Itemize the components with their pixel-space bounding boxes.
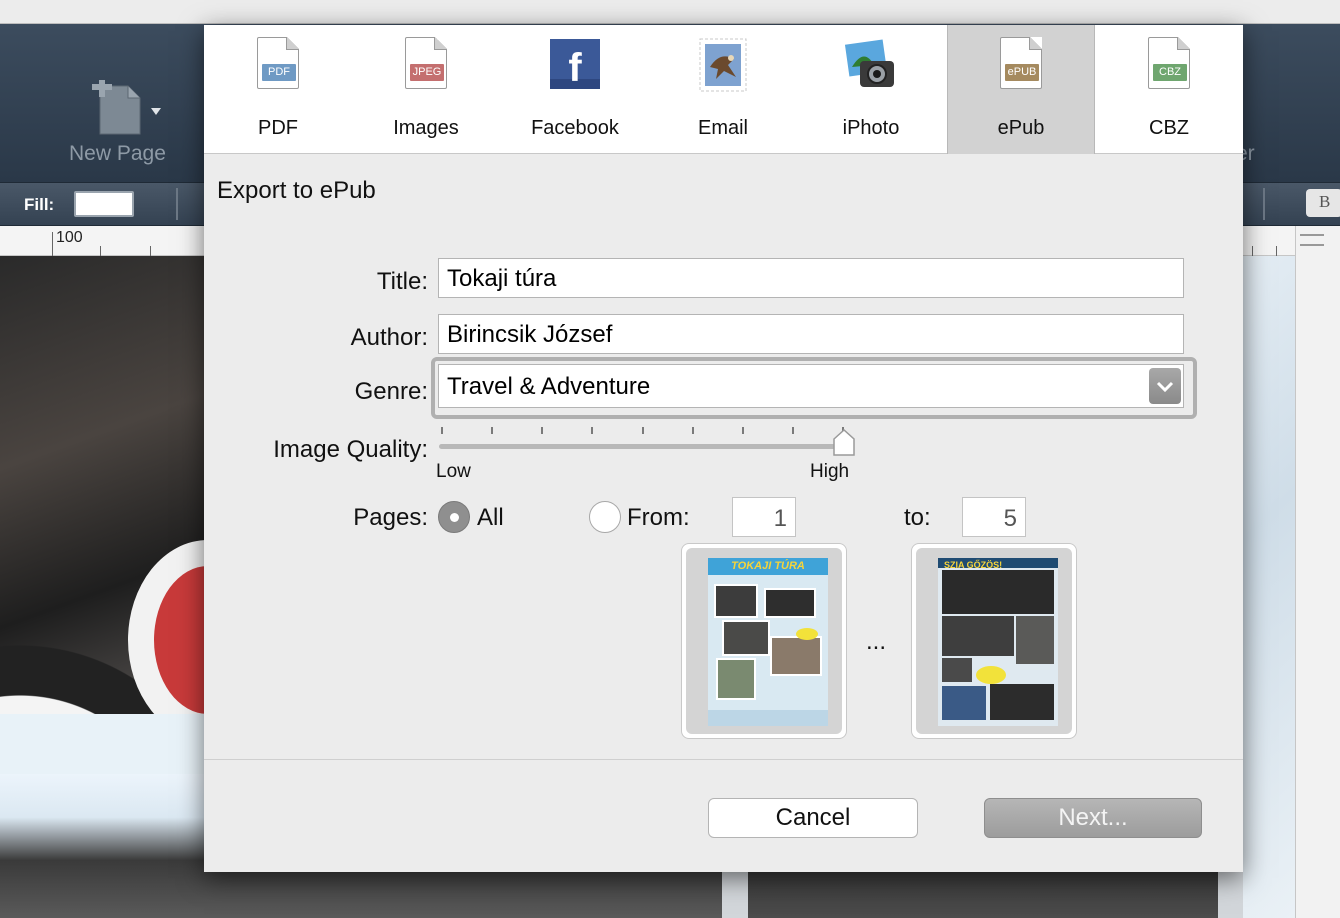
vertical-scrollbar[interactable] <box>1295 226 1340 918</box>
fill-color-well[interactable] <box>74 191 134 217</box>
ruler-marker: 100 <box>56 229 83 246</box>
app-title-bar <box>0 0 1340 24</box>
dialog-divider <box>204 759 1243 760</box>
map-background <box>1243 256 1295 918</box>
image-quality-label: Image Quality: <box>273 436 428 463</box>
tab-iphoto[interactable]: iPhoto <box>797 25 945 154</box>
format-separator <box>176 188 178 220</box>
tab-label: CBZ <box>1149 117 1189 139</box>
genre-label: Genre: <box>354 378 428 405</box>
new-page-label[interactable]: New Page <box>69 142 166 166</box>
iphoto-icon <box>842 37 898 93</box>
pages-from-label[interactable]: From: <box>627 504 690 532</box>
slider-tick <box>591 427 594 434</box>
cancel-button[interactable]: Cancel <box>708 798 918 838</box>
tab-email[interactable]: Email <box>649 25 797 154</box>
ruler-tick <box>100 246 101 256</box>
epub-badge: ePUB <box>1005 64 1039 81</box>
tab-images[interactable]: JPEG Images <box>352 25 500 154</box>
title-field[interactable]: Tokaji túra <box>438 258 1184 298</box>
ruler-tick <box>1276 246 1277 256</box>
pages-all-radio[interactable] <box>438 501 470 533</box>
tab-label: iPhoto <box>842 117 900 139</box>
tab-cbz[interactable]: CBZ CBZ <box>1095 25 1243 154</box>
tab-pdf[interactable]: PDF PDF <box>204 25 352 154</box>
ruler-tick <box>52 232 53 256</box>
chevron-down-icon[interactable] <box>1149 368 1181 404</box>
tab-label: Images <box>393 117 459 139</box>
jpeg-icon: JPEG <box>399 37 453 93</box>
pages-all-label[interactable]: All <box>477 504 504 532</box>
slider-tick <box>791 427 794 434</box>
slider-tick <box>691 427 694 434</box>
tab-label: Facebook <box>531 117 619 139</box>
genre-select[interactable]: Travel & Adventure <box>438 364 1184 408</box>
slider-tick <box>441 427 443 434</box>
export-dialog: PDF PDF JPEG Images f Facebook Email iPh… <box>204 25 1243 872</box>
title-label: Title: <box>376 268 428 295</box>
dialog-heading: Export to ePub <box>217 177 376 204</box>
map-strip <box>0 714 204 774</box>
scrollbar-grip-icon[interactable] <box>1300 234 1324 246</box>
next-button[interactable]: Next... <box>984 798 1202 838</box>
tab-label: ePub <box>997 117 1045 139</box>
author-field[interactable]: Birincsik József <box>438 314 1184 354</box>
cbz-badge: CBZ <box>1153 64 1187 81</box>
thumbnail-ellipsis: ... <box>866 628 887 655</box>
quality-low-label: Low <box>436 461 471 482</box>
bold-button[interactable]: B <box>1306 189 1340 217</box>
pages-to-label: to: <box>904 504 931 531</box>
pages-label: Pages: <box>353 504 428 531</box>
email-stamp-icon <box>696 37 750 93</box>
last-page-thumbnail: SZIA GŐZÖS! <box>911 543 1077 739</box>
pages-from-radio[interactable] <box>589 501 621 533</box>
cbz-icon: CBZ <box>1142 37 1196 93</box>
author-label: Author: <box>350 324 428 351</box>
from-page-field[interactable]: 1 <box>732 497 796 537</box>
slider-tick <box>541 427 544 434</box>
tab-label: PDF <box>258 117 298 139</box>
slider-tick <box>741 427 744 434</box>
new-page-icon[interactable] <box>92 77 162 140</box>
slider-tick <box>641 427 644 434</box>
first-page-thumbnail: TOKAJI TÚRA <box>681 543 847 739</box>
tab-facebook[interactable]: f Facebook <box>501 25 649 154</box>
tab-label: Email <box>697 117 748 139</box>
format-separator <box>1263 188 1265 220</box>
slider-tick <box>491 427 494 434</box>
export-format-tabbar: PDF PDF JPEG Images f Facebook Email iPh… <box>204 25 1243 154</box>
ruler-tick <box>1252 246 1253 256</box>
quality-high-label: High <box>810 461 850 482</box>
epub-icon: ePUB <box>994 37 1048 93</box>
pdf-badge: PDF <box>262 64 296 81</box>
thumbnail-title: TOKAJI TÚRA <box>731 560 805 572</box>
to-page-field[interactable]: 5 <box>962 497 1026 537</box>
facebook-glyph: f <box>568 46 582 90</box>
slider-knob[interactable] <box>832 428 856 457</box>
image-quality-slider[interactable] <box>439 444 844 449</box>
pdf-icon: PDF <box>251 37 305 93</box>
tab-epub[interactable]: ePUB ePub <box>947 25 1095 154</box>
ruler-tick <box>150 246 151 256</box>
facebook-icon: f <box>548 37 602 93</box>
jpeg-badge: JPEG <box>410 64 444 81</box>
fill-label: Fill: <box>24 195 55 214</box>
